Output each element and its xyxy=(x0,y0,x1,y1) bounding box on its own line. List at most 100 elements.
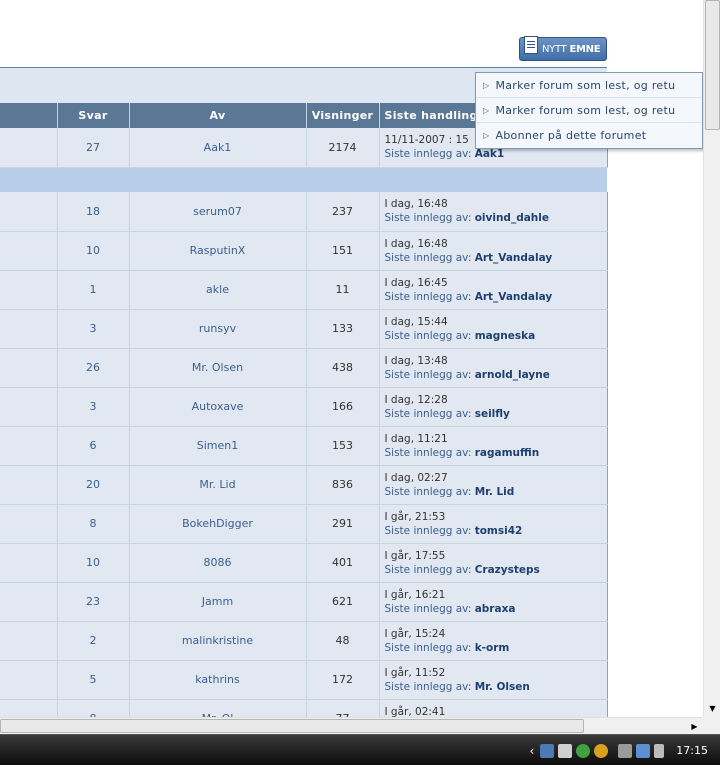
last-post-prefix: Siste innlegg av: xyxy=(384,485,472,498)
author-link[interactable]: Mr. Olsen xyxy=(129,348,307,388)
header-author[interactable]: Av xyxy=(129,103,307,128)
topic-title-cell[interactable] xyxy=(0,231,58,271)
last-action-time: I dag, 11:21 xyxy=(384,432,448,445)
header-views[interactable]: Visninger xyxy=(306,103,380,128)
table-row: 23 Jamm 621 I går, 16:21 Siste innlegg av: a… xyxy=(0,582,608,622)
last-action-cell: I dag, 16:48 Siste innlegg av: Art_Vandal… xyxy=(379,231,608,271)
scroll-right-icon[interactable]: ▶ xyxy=(686,718,703,735)
author-link[interactable]: Aak1 xyxy=(129,128,307,168)
last-action-time: I går, 21:53 xyxy=(384,510,446,523)
views-cell: 237 xyxy=(306,192,380,232)
forum-options-menu: ▷ Marker forum som lest, og retu ▷ Marke… xyxy=(475,72,703,149)
topic-title-cell[interactable] xyxy=(0,465,58,505)
last-post-prefix: Siste innlegg av: xyxy=(384,602,472,615)
author-link[interactable]: malinkristine xyxy=(129,621,307,661)
author-link[interactable]: Mr. Lid xyxy=(129,465,307,505)
last-action-cell: I går, 21:53 Siste innlegg av: tomsi42 xyxy=(379,504,608,544)
vertical-scrollbar[interactable]: ▼ xyxy=(703,0,720,717)
volume-icon[interactable] xyxy=(654,743,665,758)
taskbar: ‹ 17:15 xyxy=(0,734,720,765)
topic-title-cell[interactable] xyxy=(0,128,58,168)
last-post-prefix: Siste innlegg av: xyxy=(384,563,472,576)
status-green-icon[interactable] xyxy=(576,743,591,758)
author-link[interactable]: RasputinX xyxy=(129,231,307,271)
topic-title-cell[interactable] xyxy=(0,543,58,583)
browser-viewport: NYTT EMNE Svar Av Visninger Siste handli… xyxy=(0,0,703,717)
topic-title-cell[interactable] xyxy=(0,309,58,349)
topic-title-cell[interactable] xyxy=(0,699,58,717)
author-link[interactable]: 8086 xyxy=(129,543,307,583)
menu-item-label: Abonner på dette forumet xyxy=(495,129,647,142)
topic-title-cell[interactable] xyxy=(0,426,58,466)
replies-cell: 10 xyxy=(57,231,130,271)
horizontal-scrollbar[interactable]: ▶ xyxy=(0,717,703,734)
author-link[interactable]: serum07 xyxy=(129,192,307,232)
topic-title-cell[interactable] xyxy=(0,348,58,388)
last-post-user-link[interactable]: Mr. Olsen xyxy=(475,681,530,693)
topic-title-cell[interactable] xyxy=(0,387,58,427)
author-link[interactable]: Simen1 xyxy=(129,426,307,466)
last-post-user-link[interactable]: Art_Vandalay xyxy=(475,291,553,303)
author-link[interactable]: Mr. Ol xyxy=(129,699,307,717)
replies-cell: 27 xyxy=(57,128,130,168)
topic-title-cell[interactable] xyxy=(0,582,58,622)
clock[interactable]: 17:15 xyxy=(676,744,708,757)
last-action-time: I går, 02:41 xyxy=(384,705,446,718)
last-post-user-link[interactable]: tomsi42 xyxy=(475,525,523,537)
topic-title-cell[interactable] xyxy=(0,504,58,544)
table-row: 10 8086 401 I går, 17:55 Siste innlegg av: C… xyxy=(0,543,608,583)
replies-cell: 3 xyxy=(57,309,130,349)
horizontal-scroll-thumb[interactable] xyxy=(0,719,584,733)
last-post-user-link[interactable]: Art_Vandalay xyxy=(475,252,553,264)
last-action-cell: I går, 16:21 Siste innlegg av: abraxa xyxy=(379,582,608,622)
device-icon[interactable] xyxy=(618,743,633,758)
status-yellow-icon[interactable] xyxy=(594,743,609,758)
last-post-user-link[interactable]: Crazysteps xyxy=(475,564,540,576)
topic-title-cell[interactable] xyxy=(0,660,58,700)
last-action-time: I går, 11:52 xyxy=(384,666,446,679)
header-replies[interactable]: Svar xyxy=(57,103,130,128)
last-action-time: I dag, 16:48 xyxy=(384,198,448,211)
last-post-user-link[interactable]: arnold_layne xyxy=(475,369,550,381)
network-icon[interactable] xyxy=(540,743,555,758)
last-post-user-link[interactable]: magneska xyxy=(475,330,535,342)
last-post-user-link[interactable]: abraxa xyxy=(475,603,516,615)
replies-cell: 23 xyxy=(57,582,130,622)
author-link[interactable]: runsyv xyxy=(129,309,307,349)
section-separator-row xyxy=(0,167,607,192)
replies-cell: 8 xyxy=(57,504,130,544)
last-post-user-link[interactable]: ragamuffin xyxy=(475,447,539,459)
author-link[interactable]: BokehDigger xyxy=(129,504,307,544)
topic-title-cell[interactable] xyxy=(0,192,58,232)
topic-title-cell[interactable] xyxy=(0,621,58,661)
topic-title-cell[interactable] xyxy=(0,270,58,310)
app-tray-icon[interactable] xyxy=(558,743,573,758)
author-link[interactable]: Jamm xyxy=(129,582,307,622)
author-link[interactable]: Autoxave xyxy=(129,387,307,427)
replies-cell: 3 xyxy=(57,387,130,427)
last-post-user-link[interactable]: seilfly xyxy=(475,408,510,420)
topics-body: 27 Aak1 2174 11/11-2007 : 15 Siste innlegg a… xyxy=(0,128,608,718)
last-post-user-link[interactable]: Mr. Lid xyxy=(475,486,515,498)
new-topic-button[interactable]: NYTT EMNE xyxy=(519,36,607,61)
scroll-down-icon[interactable]: ▼ xyxy=(704,700,720,717)
menu-item-mark-read-1[interactable]: ▷ Marker forum som lest, og retu xyxy=(476,73,702,98)
last-post-user-link[interactable]: Aak1 xyxy=(475,148,505,160)
menu-item-mark-read-2[interactable]: ▷ Marker forum som lest, og retu xyxy=(476,98,702,123)
last-action-cell: I går, 11:52 Siste innlegg av: Mr. Olsen xyxy=(379,660,608,700)
vertical-scroll-thumb[interactable] xyxy=(705,0,720,130)
author-link[interactable]: akle xyxy=(129,270,307,310)
show-hidden-icons-icon[interactable]: ‹ xyxy=(529,744,534,758)
table-row: 26 Mr. Olsen 438 I dag, 13:48 Siste innlegg … xyxy=(0,348,608,388)
author-link[interactable]: kathrins xyxy=(129,660,307,700)
views-cell: 48 xyxy=(306,621,380,661)
scroll-corner xyxy=(703,717,720,734)
views-cell: 166 xyxy=(306,387,380,427)
last-action-cell: I dag, 11:21 Siste innlegg av: ragamuffin xyxy=(379,426,608,466)
connection-icon[interactable] xyxy=(636,743,651,758)
views-cell: 2174 xyxy=(306,128,380,168)
last-post-user-link[interactable]: k-orm xyxy=(475,642,510,654)
menu-item-subscribe[interactable]: ▷ Abonner på dette forumet xyxy=(476,123,702,148)
last-post-user-link[interactable]: oivind_dahle xyxy=(475,212,549,224)
views-cell: 621 xyxy=(306,582,380,622)
